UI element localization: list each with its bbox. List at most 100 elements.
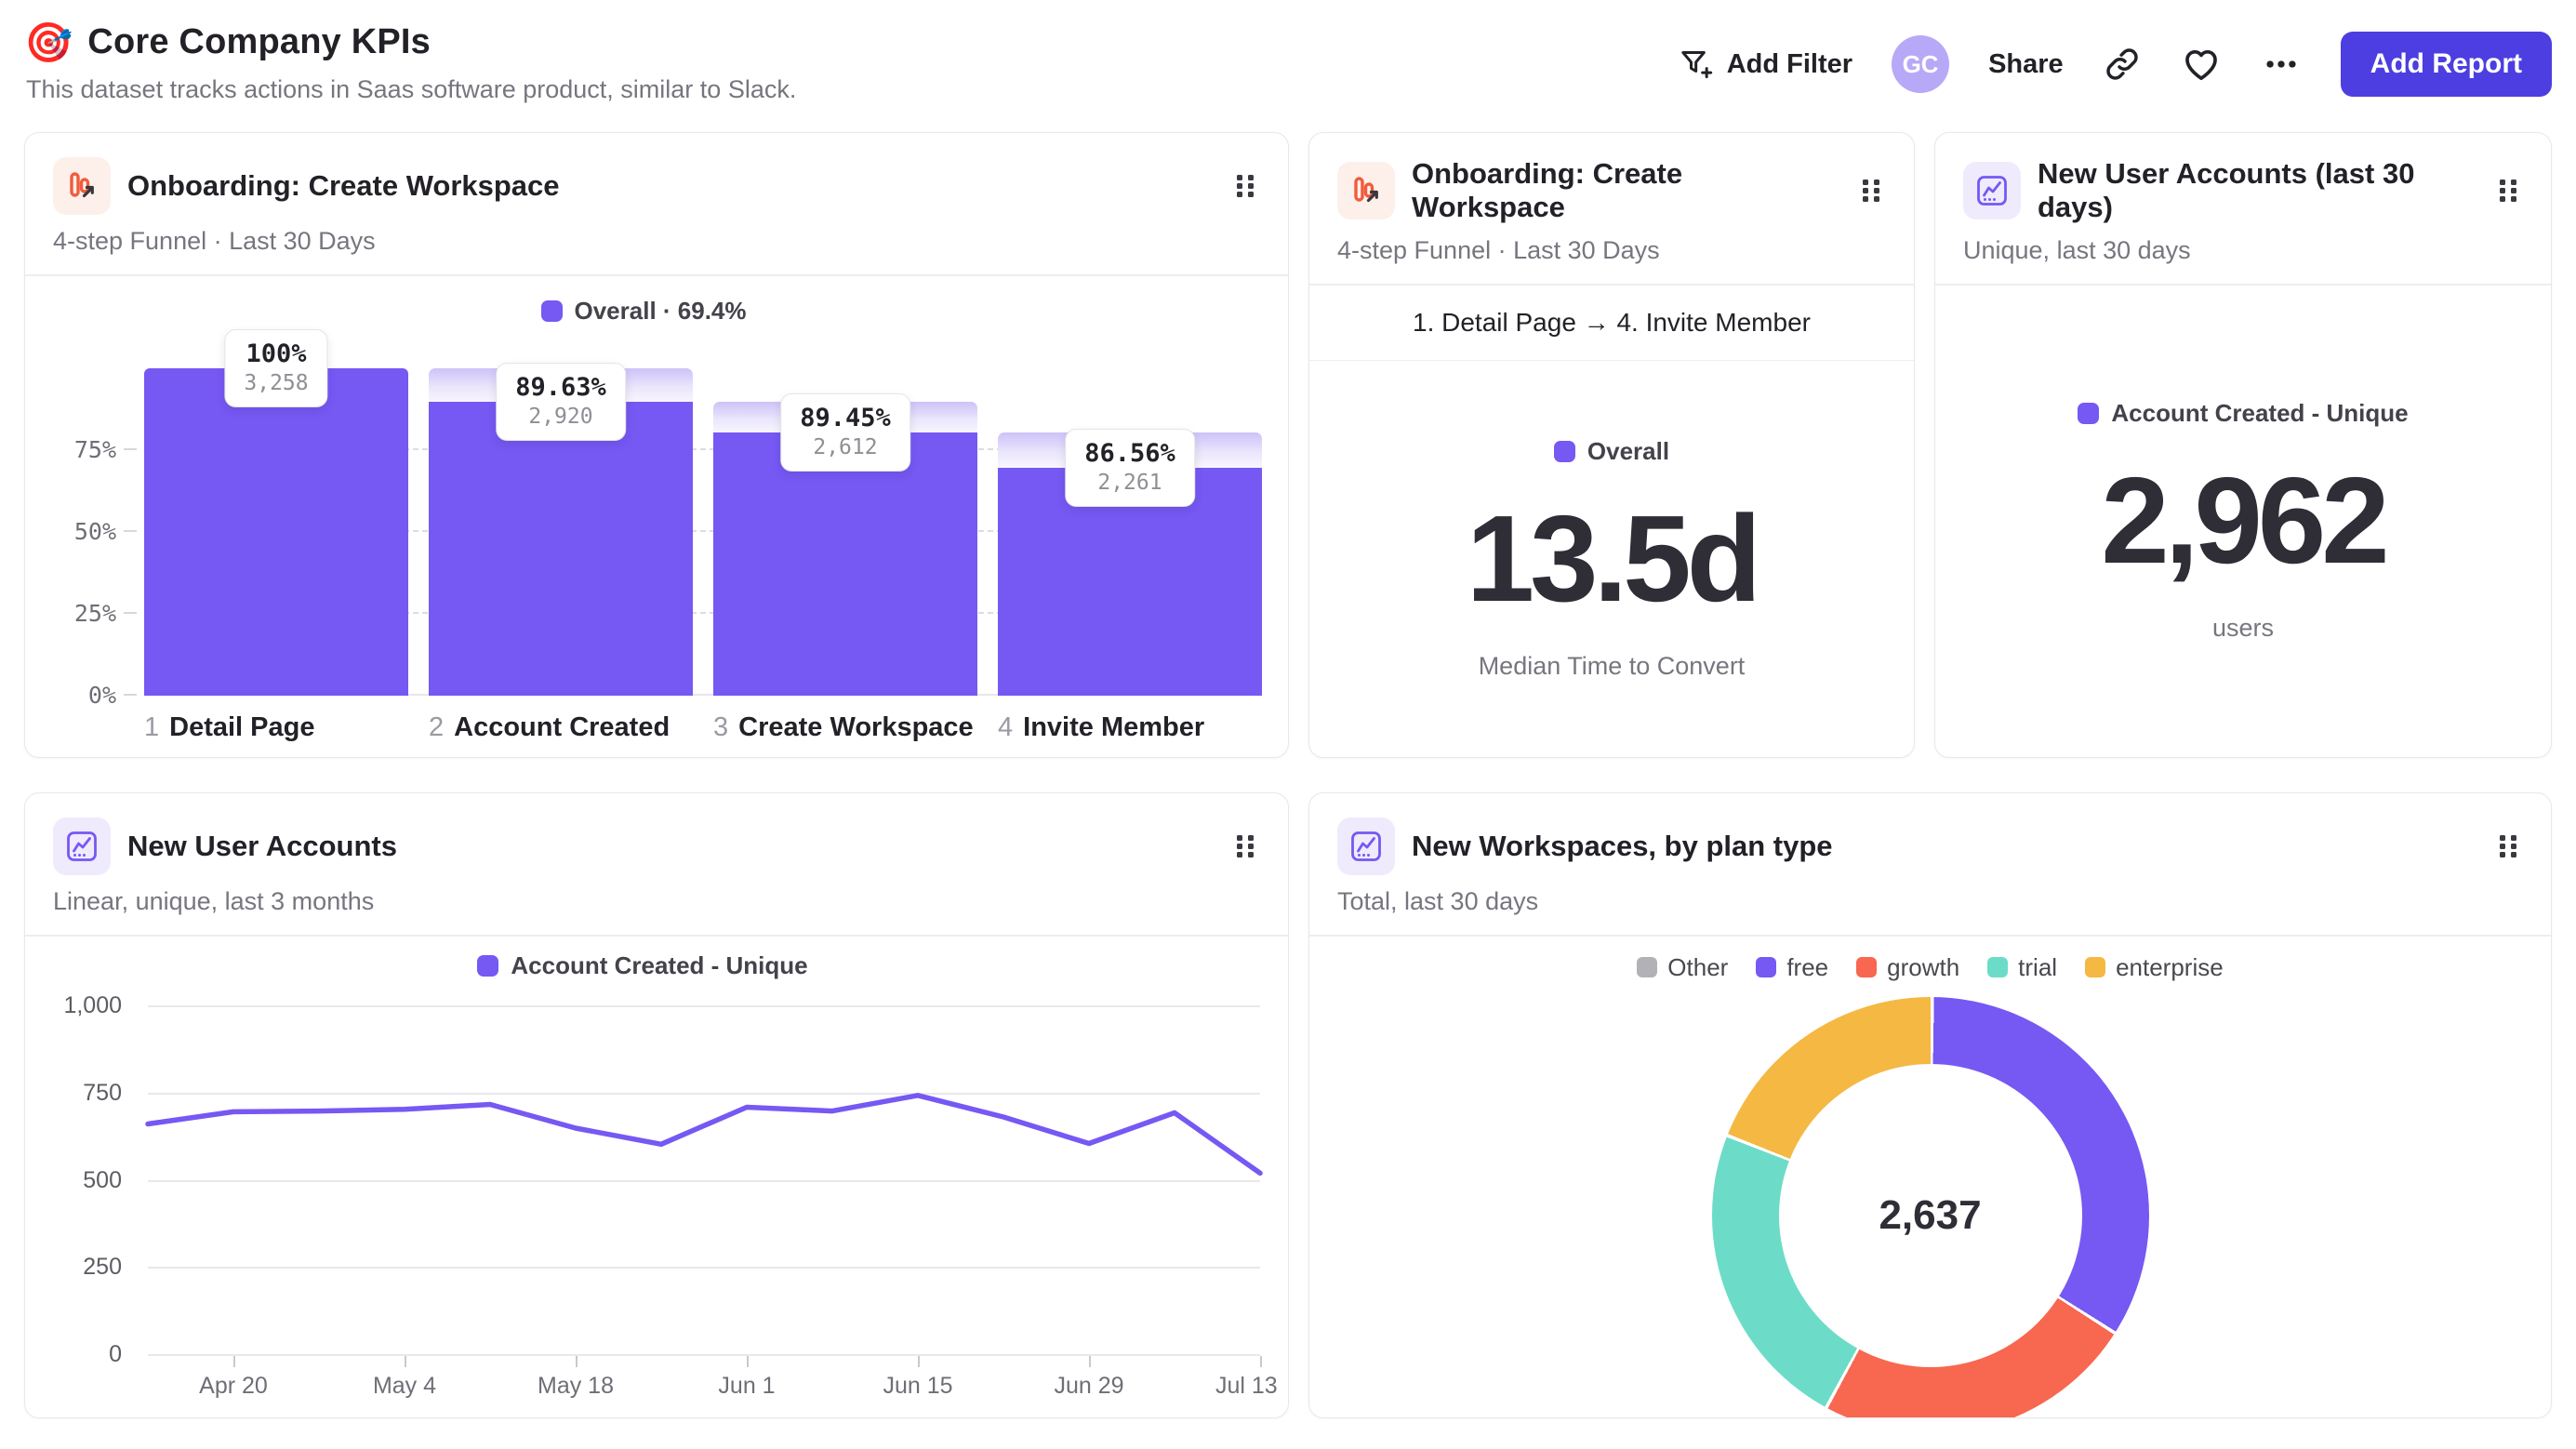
- ellipsis-icon: [2261, 44, 2302, 85]
- funnel-conversion-pct: 100%: [246, 339, 307, 368]
- card-time-to-convert: Onboarding: Create Workspace 4-step Funn…: [1308, 132, 1915, 758]
- line-report-icon: [1337, 818, 1395, 875]
- funnel-bars: 100% 3,258 89.63% 2,920 89.45% 2,612 86.56% 2,2…: [144, 328, 1262, 696]
- share-button[interactable]: Share: [1988, 49, 2064, 80]
- card-subtitle: 4-step Funnel · Last 30 Days: [53, 227, 376, 255]
- legend-label: Account Created - Unique: [2111, 399, 2409, 428]
- card-subtitle: Unique, last 30 days: [1963, 236, 2191, 264]
- filter-plus-icon: [1678, 46, 1715, 83]
- page-title: Core Company KPIs: [87, 22, 432, 61]
- funnel-step-label-4: 4 Invite Member: [998, 711, 1205, 742]
- page-subtitle: This dataset tracks actions in Saas soft…: [26, 75, 797, 103]
- line-x-tick-mark: [918, 1356, 920, 1367]
- legend-item-other[interactable]: Other: [1637, 953, 1728, 982]
- funnel-count: 2,612: [813, 435, 878, 460]
- legend-item-growth[interactable]: growth: [1856, 953, 1959, 982]
- favorite-button[interactable]: [2181, 44, 2222, 85]
- legend-label: trial: [2018, 952, 2058, 981]
- board-heading: 🎯 Core Company KPIs This dataset tracks …: [24, 22, 796, 104]
- card-new-user-accounts-trend: New User Accounts Linear, unique, last 3…: [24, 792, 1289, 1418]
- drag-handle-icon[interactable]: [1228, 825, 1262, 868]
- drag-handle-icon[interactable]: [2491, 169, 2525, 212]
- funnel-step-label-3: 3 Create Workspace: [713, 711, 974, 742]
- metric-legend[interactable]: Account Created - Unique: [2078, 399, 2409, 428]
- legend-swatch: [1856, 957, 1878, 977]
- funnel-conversion-pct: 86.56%: [1084, 439, 1175, 469]
- metric-caption: Median Time to Convert: [1478, 652, 1746, 680]
- funnel-tooltip-step-3: 89.45% 2,612: [780, 393, 910, 472]
- legend-item-trial[interactable]: trial: [1987, 953, 2057, 982]
- line-x-axis: Apr 20 May 4 May 18 Jun 1 Jun 15 Jun 29 Jul 13: [148, 1356, 1278, 1402]
- funnel-report-icon: [53, 157, 111, 215]
- line-x-tick-mark: [576, 1356, 578, 1367]
- avatar[interactable]: GC: [1892, 35, 1950, 93]
- metric-content: Overall 13.5d Median Time to Convert: [1309, 361, 1914, 757]
- funnel-conversion-pct: 89.63%: [515, 373, 606, 402]
- legend-label: enterprise: [2116, 952, 2224, 981]
- legend-label: Overall: [1587, 437, 1670, 465]
- line-x-tick-label: Jun 1: [718, 1373, 776, 1399]
- funnel-report-icon: [1337, 162, 1395, 219]
- line-report-icon: [1963, 162, 2021, 219]
- line-x-tick-mark: [1089, 1356, 1091, 1367]
- funnel-y-tick-mark: [124, 611, 137, 614]
- copy-link-button[interactable]: [2103, 45, 2142, 84]
- funnel-step-label-2: 2 Account Created: [429, 711, 671, 742]
- donut-ring[interactable]: 2,637: [1711, 996, 2149, 1417]
- card-title: New User Accounts: [127, 830, 397, 862]
- funnel-plot: 75% 50% 25% 0% 100% 3,258 89.63% 2,920 89.45% 2,6…: [74, 328, 1262, 709]
- drag-handle-icon[interactable]: [1228, 165, 1262, 207]
- add-report-button[interactable]: Add Report: [2340, 32, 2552, 97]
- legend-swatch: [477, 954, 499, 977]
- legend-item-enterprise[interactable]: enterprise: [2085, 953, 2224, 982]
- metric-caption: users: [2211, 614, 2275, 643]
- legend-swatch: [2078, 403, 2100, 425]
- cards-grid: Onboarding: Create Workspace 4-step Funn…: [24, 132, 2552, 1418]
- drag-handle-icon[interactable]: [2491, 825, 2525, 868]
- card-workspaces-by-plan: New Workspaces, by plan type Total, last…: [1308, 792, 2552, 1418]
- funnel-bar-account-created[interactable]: 89.63% 2,920: [429, 363, 693, 696]
- funnel-bar-detail-page[interactable]: 100% 3,258: [144, 328, 408, 696]
- funnel-tooltip-step-1: 100% 3,258: [224, 328, 328, 407]
- add-filter-label: Add Filter: [1726, 48, 1853, 79]
- funnel-tooltip-step-2: 89.63% 2,920: [496, 363, 626, 441]
- dashboard-page: 🎯 Core Company KPIs This dataset tracks …: [0, 0, 2576, 1418]
- metric-legend[interactable]: Overall: [1553, 437, 1670, 466]
- donut-legend: Other free growth trial enterprise: [1309, 953, 2551, 982]
- donut-total: 2,637: [1879, 1191, 1982, 1238]
- add-filter-button[interactable]: Add Filter: [1678, 46, 1852, 83]
- heart-icon: [2181, 44, 2222, 85]
- legend-label: Other: [1667, 952, 1729, 981]
- funnel-bar-fill: [713, 432, 977, 696]
- funnel-bar-fill: [144, 367, 408, 696]
- funnel-legend[interactable]: Overall · 69.4%: [25, 297, 1262, 326]
- line-x-tick-label: Jul 13: [1215, 1373, 1278, 1399]
- line-legend[interactable]: Account Created - Unique: [25, 951, 1260, 980]
- card-subtitle: Total, last 30 days: [1337, 887, 1539, 915]
- line-x-tick-label: May 18: [538, 1373, 614, 1399]
- funnel-tooltip-step-4: 86.56% 2,261: [1065, 429, 1195, 508]
- metric-value: 2,962: [2101, 452, 2389, 590]
- funnel-step-labels: 1 Detail Page 2 Account Created 3 Create Work…: [144, 712, 1262, 743]
- legend-label: Account Created - Unique: [511, 950, 808, 979]
- legend-item-free[interactable]: free: [1756, 953, 1828, 982]
- card-subtitle: 4-step Funnel · Last 30 Days: [1337, 236, 1660, 264]
- card-title: New User Accounts (last 30 days): [2038, 157, 2415, 223]
- card-onboarding-funnel: Onboarding: Create Workspace 4-step Funn…: [24, 132, 1289, 758]
- funnel-count: 2,261: [1097, 471, 1162, 496]
- line-y-tick-label: 0: [109, 1341, 122, 1367]
- funnel-chart: Overall · 69.4% 75% 50% 25% 0% 100% 3,258 89.6…: [25, 276, 1288, 758]
- metric-content: Account Created - Unique 2,962 users: [1935, 286, 2551, 758]
- line-y-tick-label: 750: [83, 1079, 122, 1106]
- card-title: Onboarding: Create Workspace: [1412, 157, 1683, 223]
- funnel-bar-invite-member[interactable]: 86.56% 2,261: [998, 368, 1262, 696]
- donut-hole: 2,637: [1778, 1063, 2082, 1367]
- funnel-y-tick-label: 50%: [73, 517, 116, 545]
- funnel-bar-create-workspace[interactable]: 89.45% 2,612: [713, 368, 977, 696]
- line-y-tick-label: 250: [83, 1254, 122, 1281]
- drag-handle-icon[interactable]: [1854, 169, 1888, 212]
- top-bar: 🎯 Core Company KPIs This dataset tracks …: [24, 22, 2552, 104]
- line-chart: Account Created - Unique 1,000 750 500 250 0…: [25, 937, 1288, 1418]
- more-options-button[interactable]: [2261, 44, 2302, 85]
- funnel-y-tick-label: 75%: [73, 435, 116, 463]
